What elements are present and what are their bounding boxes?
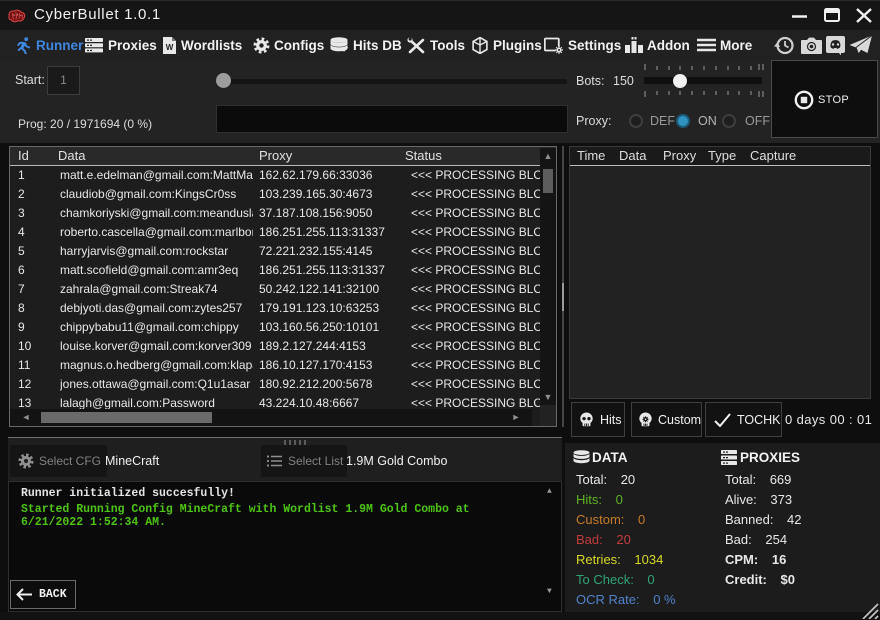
- svg-text:W: W: [166, 43, 174, 52]
